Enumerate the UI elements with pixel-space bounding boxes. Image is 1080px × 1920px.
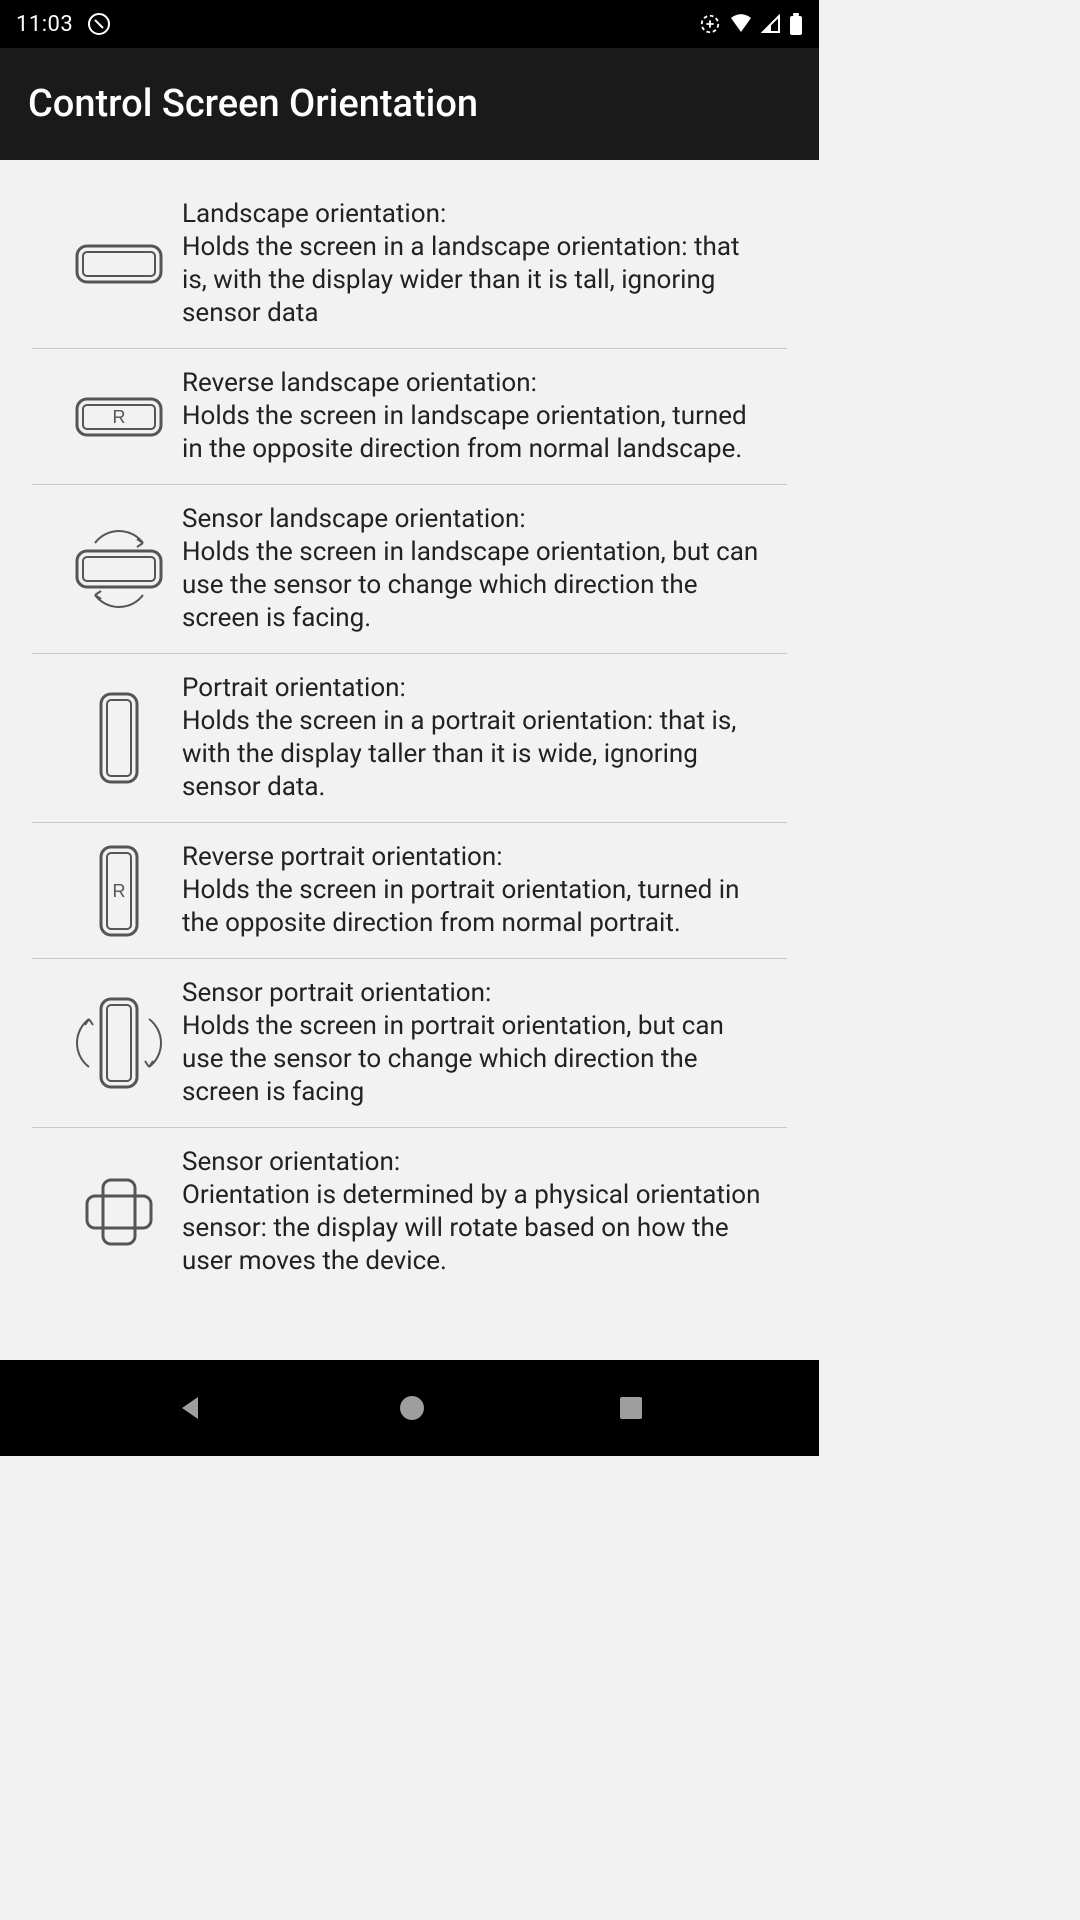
page-title: Control Screen Orientation xyxy=(28,82,478,126)
orientation-desc: Orientation is determined by a physical … xyxy=(182,1180,760,1276)
orientation-title: Reverse portrait orientation: xyxy=(182,842,503,872)
orientation-item-sensor-landscape[interactable]: Sensor landscape orientation: Holds the … xyxy=(32,485,787,654)
svg-text:R: R xyxy=(113,407,126,427)
sensor-icon xyxy=(60,1176,178,1248)
wifi-icon xyxy=(729,14,753,34)
orientation-item-landscape[interactable]: Landscape orientation: Holds the screen … xyxy=(32,180,787,349)
orientation-desc: Holds the screen in landscape orientatio… xyxy=(182,537,758,633)
orientation-text: Sensor portrait orientation: Holds the s… xyxy=(178,977,763,1109)
sensor-portrait-icon xyxy=(60,997,178,1089)
sensor-landscape-icon xyxy=(60,529,178,609)
signal-icon xyxy=(761,14,781,34)
battery-icon xyxy=(789,13,803,35)
reverse-portrait-icon: R xyxy=(60,845,178,937)
status-time: 11:03 xyxy=(16,12,73,37)
orientation-text: Reverse landscape orientation: Holds the… xyxy=(178,367,763,466)
orientation-title: Sensor portrait orientation: xyxy=(182,978,491,1008)
reverse-landscape-icon: R xyxy=(60,389,178,445)
orientation-title: Sensor landscape orientation: xyxy=(182,504,526,534)
orientation-title: Sensor orientation: xyxy=(182,1147,400,1177)
orientation-text: Sensor orientation: Orientation is deter… xyxy=(178,1146,763,1278)
orientation-item-reverse-portrait[interactable]: R Reverse portrait orientation: Holds th… xyxy=(32,823,787,959)
orientation-desc: Holds the screen in portrait orientation… xyxy=(182,875,739,938)
app-bar: Control Screen Orientation xyxy=(0,48,819,160)
orientation-item-portrait[interactable]: Portrait orientation: Holds the screen i… xyxy=(32,654,787,823)
svg-text:R: R xyxy=(113,881,126,901)
orientation-desc: Holds the screen in portrait orientation… xyxy=(182,1011,724,1107)
data-saver-icon xyxy=(699,13,721,35)
orientation-text: Portrait orientation: Holds the screen i… xyxy=(178,672,763,804)
orientation-item-sensor[interactable]: Sensor orientation: Orientation is deter… xyxy=(32,1128,787,1296)
orientation-item-reverse-landscape[interactable]: R Reverse landscape orientation: Holds t… xyxy=(32,349,787,485)
orientation-desc: Holds the screen in landscape orientatio… xyxy=(182,401,747,464)
no-rotation-icon xyxy=(87,12,111,36)
portrait-icon xyxy=(60,692,178,784)
orientation-title: Portrait orientation: xyxy=(182,673,406,703)
orientation-item-sensor-portrait[interactable]: Sensor portrait orientation: Holds the s… xyxy=(32,959,787,1128)
nav-home-button[interactable] xyxy=(397,1393,427,1423)
orientation-text: Reverse portrait orientation: Holds the … xyxy=(178,841,763,940)
navigation-bar xyxy=(0,1360,819,1456)
orientation-text: Landscape orientation: Holds the screen … xyxy=(178,198,763,330)
orientation-title: Reverse landscape orientation: xyxy=(182,368,537,398)
orientation-desc: Holds the screen in a landscape orientat… xyxy=(182,232,739,328)
orientation-text: Sensor landscape orientation: Holds the … xyxy=(178,503,763,635)
nav-back-button[interactable] xyxy=(176,1393,206,1423)
nav-recent-button[interactable] xyxy=(618,1395,644,1421)
orientation-title: Landscape orientation: xyxy=(182,199,446,229)
orientation-desc: Holds the screen in a portrait orientati… xyxy=(182,706,736,802)
landscape-icon xyxy=(60,236,178,292)
status-bar: 11:03 xyxy=(0,0,819,48)
orientation-list: Landscape orientation: Holds the screen … xyxy=(0,180,819,1296)
